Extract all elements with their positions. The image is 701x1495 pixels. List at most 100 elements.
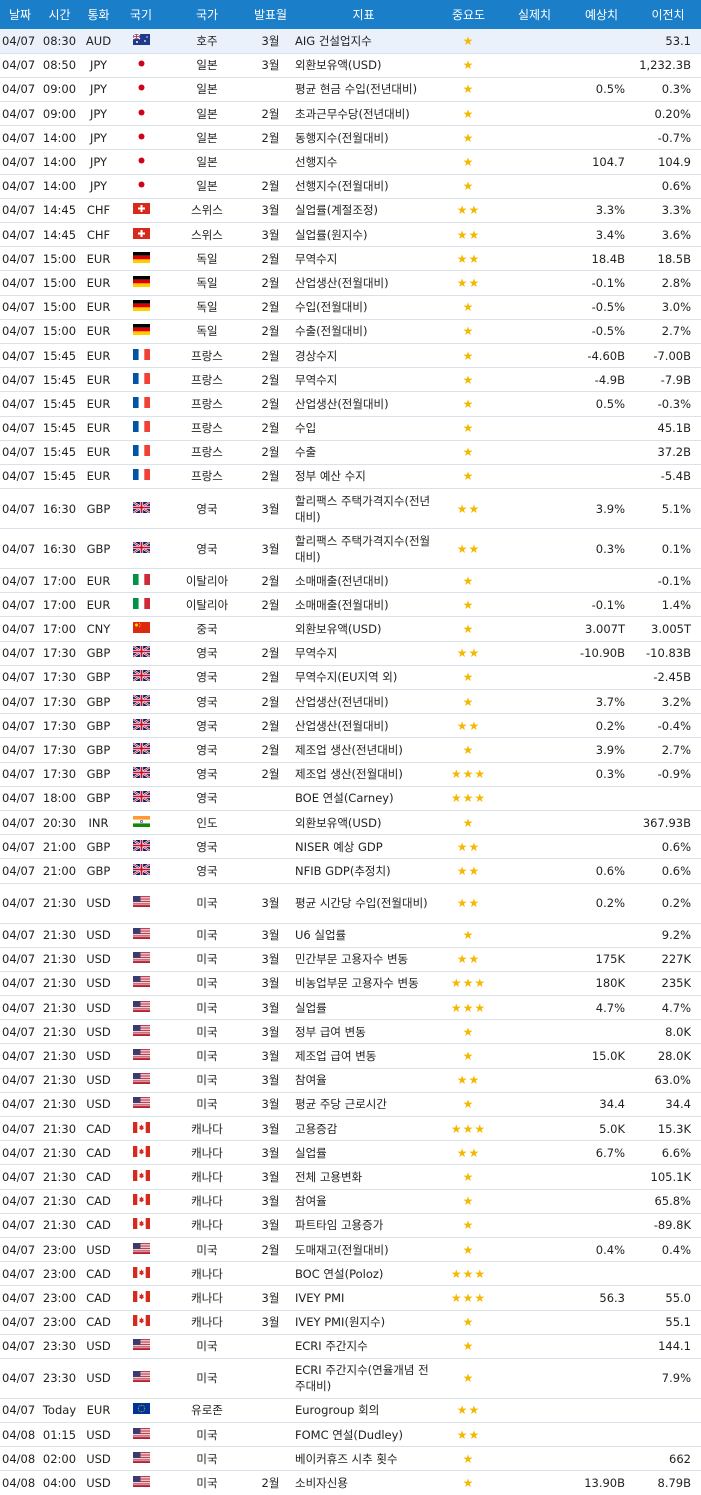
row-indicator[interactable]: 초과근무수당(전년대비) [291,101,436,127]
table-row[interactable]: 04/07 17:30 GBP 영국 2월 무역수지 ★★ -10.90B -10.83B [0,641,701,666]
table-row[interactable]: 04/07 15:00 EUR 독일 2월 수입(전월대비) ★ -0.5% 3.0% [0,295,701,320]
table-row[interactable]: 04/07 09:00 JPY 일본 2월 초과근무수당(전년대비) ★ 0.20% [0,101,701,127]
row-indicator[interactable]: 비농업부문 고용자수 변동 [291,971,436,997]
table-row[interactable]: 04/07 23:30 USD 미국 ECRI 주간지수 ★ 144.1 [0,1334,701,1359]
table-row[interactable]: 04/07 21:30 USD 미국 3월 정부 급여 변동 ★ 8.0K [0,1019,701,1045]
table-row[interactable]: 04/07 15:00 EUR 독일 2월 산업생산(전월대비) ★★ -0.1% 2.8% [0,270,701,296]
table-row[interactable]: 04/08 02:00 USD 미국 베이커휴즈 시추 횟수 ★ 662 [0,1446,701,1472]
row-indicator[interactable]: 제조업 생산(전월대비) [291,762,436,787]
table-row[interactable]: 04/07 14:00 JPY 일본 2월 동행지수(전월대비) ★ -0.7% [0,125,701,151]
table-row[interactable]: 04/07 14:45 CHF 스위스 3월 실업률(계절조정) ★★ 3.3% 3.3% [0,198,701,224]
row-indicator[interactable]: 무역수지 [291,246,436,272]
table-row[interactable]: 04/07 15:45 EUR 프랑스 2월 수출 ★ 37.2B [0,440,701,465]
row-indicator[interactable]: ECRI 주간지수(연율개념 전주대비) [291,1358,436,1399]
row-indicator[interactable]: 산업생산(전년대비) [291,689,436,715]
table-row[interactable]: 04/07 23:00 USD 미국 2월 도매재고(전월대비) ★ 0.4% 0.4% [0,1237,701,1263]
row-indicator[interactable]: 무역수지(EU지역 외) [291,665,436,691]
row-indicator[interactable]: 평균 현금 수입(전년대비) [291,77,436,103]
table-row[interactable]: 04/07 14:00 JPY 일본 2월 선행지수(전월대비) ★ 0.6% [0,174,701,199]
table-row[interactable]: 04/07 21:30 USD 미국 3월 평균 주당 근로시간 ★ 34.4 34.4 [0,1092,701,1118]
row-indicator[interactable]: 평균 시간당 수입(전월대비) [291,883,436,924]
row-indicator[interactable]: 정부 예산 수지 [291,464,436,490]
row-indicator[interactable]: 민간부문 고용자수 변동 [291,947,436,972]
table-row[interactable]: 04/07 08:50 JPY 일본 3월 외환보유액(USD) ★ 1,232.3B [0,53,701,78]
row-indicator[interactable]: 할리팩스 주택가격지수(전년대비) [291,488,436,530]
row-indicator[interactable]: 정부 급여 변동 [291,1019,436,1045]
row-indicator[interactable]: IVEY PMI [291,1285,436,1311]
col-currency-header[interactable]: 통화 [79,0,118,29]
table-row[interactable]: 04/07 17:30 GBP 영국 2월 제조업 생산(전월대비) ★★★ 0.3% -0.9… [0,762,701,787]
col-flag-header[interactable]: 국기 [118,0,164,29]
table-row[interactable]: 04/07 23:30 USD 미국 ECRI 주간지수(연율개념 전주대비) ★ 7.9% [0,1358,701,1399]
row-indicator[interactable]: 외환보유액(USD) [291,53,436,78]
row-indicator[interactable]: BOE 연설(Carney) [291,786,436,811]
table-row[interactable]: 04/07 17:00 CNY 중국 외환보유액(USD) ★ 3.007T 3.005T [0,616,701,642]
row-indicator[interactable]: 실업률(계절조정) [291,198,436,224]
table-row[interactable]: 04/07 15:45 EUR 프랑스 2월 수입 ★ 45.1B [0,416,701,441]
table-row[interactable]: 04/07 17:30 GBP 영국 2월 산업생산(전월대비) ★★ 0.2% -0.4% [0,713,701,739]
row-indicator[interactable]: 무역수지 [291,641,436,666]
row-indicator[interactable]: 파트타임 고용증가 [291,1213,436,1238]
col-date-header[interactable]: 날짜 [0,0,40,29]
row-indicator[interactable]: 외환보유액(USD) [291,616,436,642]
row-indicator[interactable]: 무역수지 [291,367,436,393]
table-row[interactable]: 04/07 14:45 CHF 스위스 3월 실업률(원지수) ★★ 3.4% 3.6% [0,222,701,248]
col-month-header[interactable]: 발표월 [250,0,291,29]
row-indicator[interactable]: 제조업 급여 변동 [291,1043,436,1069]
col-importance-header[interactable]: 중요도 [436,0,501,29]
row-indicator[interactable]: 베이커휴즈 시추 횟수 [291,1446,436,1472]
row-indicator[interactable]: 고용증감 [291,1116,436,1142]
row-indicator[interactable]: 산업생산(전월대비) [291,391,436,417]
row-indicator[interactable]: AIG 건설업지수 [291,29,436,54]
col-actual-header[interactable]: 실제치 [501,0,568,29]
table-row[interactable]: 04/07 21:00 GBP 영국 NFIB GDP(추정치) ★★ 0.6% 0.6% [0,858,701,884]
row-indicator[interactable]: 수입(전월대비) [291,295,436,320]
table-row[interactable]: 04/07 14:00 JPY 일본 선행지수 ★ 104.7 104.9 [0,149,701,175]
table-row[interactable]: 04/07 15:45 EUR 프랑스 2월 경상수지 ★ -4.60B -7.00B [0,343,701,369]
row-indicator[interactable]: 제조업 생산(전년대비) [291,737,436,763]
row-indicator[interactable]: 도매재고(전월대비) [291,1237,436,1263]
row-indicator[interactable]: U6 실업률 [291,923,436,948]
table-row[interactable]: 04/07 17:30 GBP 영국 2월 무역수지(EU지역 외) ★ -2.45B [0,665,701,691]
table-row[interactable]: 04/07 16:30 GBP 영국 3월 할리팩스 주택가격지수(전년대비) ★★ 3.9%… [0,488,701,530]
row-indicator[interactable]: 수입 [291,416,436,441]
row-indicator[interactable]: 외환보유액(USD) [291,810,436,836]
row-indicator[interactable]: NISER 예상 GDP [291,834,436,860]
table-row[interactable]: 04/08 01:15 USD 미국 FOMC 연설(Dudley) ★★ [0,1422,701,1448]
table-row[interactable]: 04/07 15:45 EUR 프랑스 2월 산업생산(전월대비) ★ 0.5% -0.3% [0,391,701,417]
table-row[interactable]: 04/07 21:30 USD 미국 3월 참여율 ★★ 63.0% [0,1068,701,1093]
row-indicator[interactable]: BOC 연설(Poloz) [291,1261,436,1287]
row-indicator[interactable]: NFIB GDP(추정치) [291,858,436,884]
table-row[interactable]: 04/07 20:30 INR 인도 외환보유액(USD) ★ 367.93B [0,810,701,836]
col-country-header[interactable]: 국가 [164,0,250,29]
table-row[interactable]: 04/08 04:00 USD 미국 2월 소비자신용 ★ 13.90B 8.79B [0,1470,701,1495]
row-indicator[interactable]: 동행지수(전월대비) [291,125,436,151]
row-indicator[interactable]: 선행지수(전월대비) [291,174,436,199]
table-row[interactable]: 04/07 21:30 CAD 캐나다 3월 파트타임 고용증가 ★ -89.8K [0,1213,701,1238]
row-indicator[interactable]: 산업생산(전월대비) [291,270,436,296]
row-indicator[interactable]: 실업률 [291,1140,436,1166]
table-row[interactable]: 04/07 17:00 EUR 이탈리아 2월 소매매출(전월대비) ★ -0.1% 1.4% [0,592,701,618]
row-indicator[interactable]: 산업생산(전월대비) [291,713,436,739]
table-row[interactable]: 04/07 23:00 CAD 캐나다 BOC 연설(Poloz) ★★★ [0,1261,701,1287]
table-row[interactable]: 04/07 21:30 USD 미국 3월 실업률 ★★★ 4.7% 4.7% [0,995,701,1021]
table-row[interactable]: 04/07 23:00 CAD 캐나다 3월 IVEY PMI(원지수) ★ 55.1 [0,1310,701,1335]
table-row[interactable]: 04/07 15:45 EUR 프랑스 2월 정부 예산 수지 ★ -5.4B [0,464,701,490]
row-indicator[interactable]: ECRI 주간지수 [291,1334,436,1359]
table-row[interactable]: 04/07 21:00 GBP 영국 NISER 예상 GDP ★★ 0.6% [0,834,701,860]
table-row[interactable]: 04/07 18:00 GBP 영국 BOE 연설(Carney) ★★★ [0,786,701,811]
table-row[interactable]: 04/07 21:30 USD 미국 3월 제조업 급여 변동 ★ 15.0K 28.0K [0,1043,701,1069]
table-row[interactable]: 04/07 Today EUR 유로존 Eurogroup 회의 ★★ [0,1398,701,1424]
table-row[interactable]: 04/07 21:30 USD 미국 3월 U6 실업률 ★ 9.2% [0,923,701,948]
table-row[interactable]: 04/07 21:30 CAD 캐나다 3월 참여율 ★ 65.8% [0,1189,701,1214]
table-row[interactable]: 04/07 09:00 JPY 일본 평균 현금 수입(전년대비) ★ 0.5% 0.3% [0,77,701,103]
row-indicator[interactable]: 평균 주당 근로시간 [291,1092,436,1118]
row-indicator[interactable]: 소매매출(전월대비) [291,592,436,618]
table-row[interactable]: 04/07 17:30 GBP 영국 2월 제조업 생산(전년대비) ★ 3.9% 2.7% [0,737,701,763]
col-forecast-header[interactable]: 예상치 [568,0,635,29]
row-indicator[interactable]: 수출(전월대비) [291,319,436,344]
col-indicator-header[interactable]: 지표 [291,0,436,29]
table-row[interactable]: 04/07 15:00 EUR 독일 2월 수출(전월대비) ★ -0.5% 2.7% [0,319,701,344]
row-indicator[interactable]: Eurogroup 회의 [291,1398,436,1424]
row-indicator[interactable]: 소비자신용 [291,1470,436,1495]
